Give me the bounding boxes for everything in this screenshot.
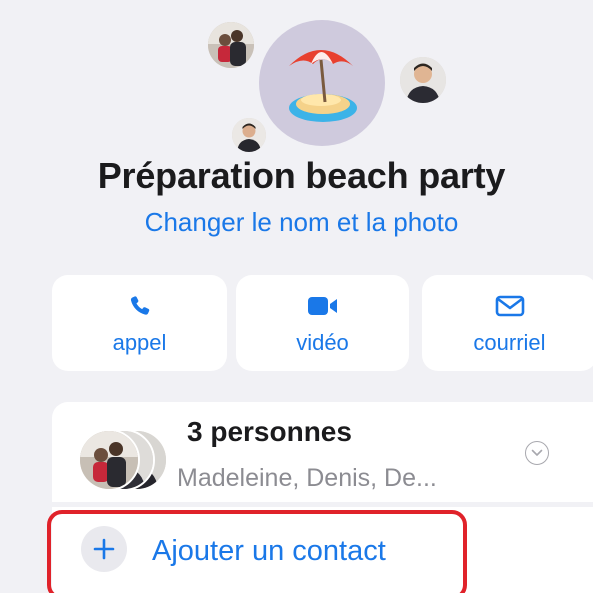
screen-edge-right bbox=[593, 0, 603, 603]
member-stack-avatar-1 bbox=[78, 429, 140, 491]
members-count: 3 personnes bbox=[187, 416, 352, 447]
add-contact-button[interactable]: Ajouter un contact bbox=[52, 507, 602, 593]
members-names: Madeleine, Denis, De... bbox=[177, 464, 437, 492]
video-button[interactable]: vidéo bbox=[236, 275, 409, 371]
call-button[interactable]: appel bbox=[52, 275, 227, 371]
email-label: courriel bbox=[473, 330, 546, 355]
add-contact-label: Ajouter un contact bbox=[152, 535, 386, 567]
member-avatar-denis[interactable] bbox=[400, 57, 446, 103]
screen-edge-bottom bbox=[0, 593, 603, 603]
email-button[interactable]: courriel bbox=[422, 275, 597, 371]
chevron-down-icon[interactable] bbox=[525, 441, 549, 465]
member-avatar-madeleine[interactable] bbox=[208, 22, 254, 68]
video-label: vidéo bbox=[296, 330, 349, 355]
avatar-photo bbox=[208, 22, 254, 68]
conversation-title: Préparation beach party bbox=[97, 155, 506, 196]
beach-umbrella-island-icon bbox=[289, 50, 357, 122]
phone-icon bbox=[52, 294, 227, 320]
members-row[interactable]: 3 personnes Madeleine, Denis, De... bbox=[52, 402, 602, 502]
plus-icon bbox=[81, 526, 127, 572]
conversation-details-screen: Préparation beach party Changer le nom e… bbox=[0, 0, 603, 603]
envelope-icon bbox=[422, 294, 597, 320]
video-camera-icon bbox=[236, 294, 409, 320]
edit-name-photo-link[interactable]: Changer le nom et la photo bbox=[0, 207, 603, 238]
avatar-photo bbox=[400, 57, 446, 103]
member-avatar-third[interactable] bbox=[232, 118, 266, 152]
avatar-photo bbox=[232, 118, 266, 152]
call-label: appel bbox=[112, 330, 167, 355]
group-photo[interactable] bbox=[259, 20, 385, 146]
